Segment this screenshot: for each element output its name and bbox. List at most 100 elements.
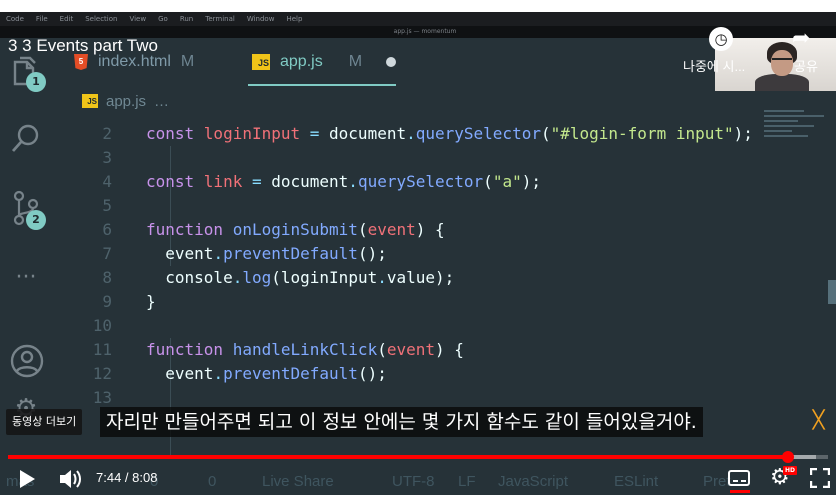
code-token: function [146, 220, 233, 239]
code-line[interactable]: 4 const link = document.querySelector("a"… [52, 170, 541, 194]
code-token: . [377, 268, 387, 287]
code-token: event [367, 220, 416, 239]
search-icon[interactable] [10, 122, 42, 154]
code-token: onLoginSubmit [232, 220, 358, 239]
modified-mark: M [348, 53, 363, 70]
code-token: . [213, 364, 224, 383]
mac-menu-bar: Code File Edit Selection View Go Run Terminal Wi… [0, 12, 836, 26]
mac-menu-item[interactable]: Selection [85, 12, 117, 26]
subtitles-active-indicator [730, 490, 750, 493]
line-number: 6 [102, 220, 112, 239]
minimap[interactable] [764, 110, 830, 150]
volume-icon[interactable] [58, 467, 84, 491]
progress-played [8, 455, 788, 459]
line-number: 11 [92, 340, 112, 359]
code-token: ) { [435, 340, 464, 359]
mac-menu-item[interactable]: File [36, 12, 48, 26]
breadcrumb: JS app.js … [82, 90, 169, 112]
code-token: } [146, 292, 156, 311]
unsaved-dot-icon[interactable] [386, 57, 397, 67]
js-icon: JS [252, 54, 270, 70]
code-token: ) { [415, 220, 445, 239]
code-line[interactable]: 3 [52, 146, 146, 170]
mac-menu-item[interactable]: Run [180, 12, 193, 26]
code-token: ( [377, 340, 387, 359]
line-number: 7 [102, 244, 112, 263]
more-videos-button[interactable]: 동영상 더보기 [6, 409, 83, 435]
line-number: 3 [102, 148, 112, 167]
code-line[interactable]: 7 event.preventDefault(); [52, 242, 387, 266]
code-token: document [329, 124, 407, 143]
subtitle-caption: 자리만 만들어주면 되고 이 정보 안에는 몇 가지 함수도 같이 들어있을거야… [100, 407, 703, 437]
code-token: value); [386, 268, 455, 287]
code-token: ( [483, 172, 493, 191]
video-title[interactable]: 3 3 Events part Two [8, 36, 158, 56]
tab-label: app.js [280, 53, 323, 70]
modified-mark: M [180, 53, 195, 70]
code-line[interactable]: 6 function onLoginSubmit(event) { [52, 218, 445, 242]
more-icon[interactable]: ··· [10, 262, 42, 294]
mac-menu-item[interactable]: Window [247, 12, 275, 26]
html5-icon: 5 [74, 54, 88, 70]
account-icon[interactable] [10, 344, 44, 378]
breadcrumb-more[interactable]: … [154, 93, 169, 110]
code-line[interactable]: 9} [52, 290, 156, 314]
line-number: 5 [102, 196, 112, 215]
hd-badge: HD [783, 466, 798, 475]
mac-menu-item[interactable]: Edit [60, 12, 74, 26]
code-token: querySelector [415, 124, 541, 143]
code-line[interactable]: 12 event.preventDefault(); [52, 362, 387, 386]
line-number: 12 [92, 364, 112, 383]
code-token: . [232, 268, 243, 287]
source-control-badge: 2 [26, 210, 46, 230]
code-token: . [213, 244, 224, 263]
code-token: (loginInput [271, 268, 378, 287]
share-label[interactable]: 공유 [794, 56, 818, 75]
tab-app-js[interactable]: JS app.js M [252, 38, 397, 86]
code-line[interactable]: 10 [52, 314, 146, 338]
watch-later-label[interactable]: 나중에 시... [683, 56, 745, 75]
fullscreen-icon[interactable] [809, 467, 831, 489]
code-token: = [242, 172, 272, 191]
code-token: event [146, 364, 214, 383]
mac-menu-item[interactable]: Go [158, 12, 168, 26]
code-token: "a" [492, 172, 522, 191]
editor-scrollbar-thumb[interactable] [828, 280, 836, 304]
code-token: handleLinkClick [232, 340, 378, 359]
code-token: querySelector [357, 172, 484, 191]
mac-menu-item[interactable]: Code [6, 12, 24, 26]
code-line[interactable]: 8 console.log(loginInput.value); [52, 266, 454, 290]
watch-later-clock-icon[interactable]: ◷ [709, 27, 733, 51]
code-token: "#login-form input" [550, 124, 734, 143]
code-token: . [348, 172, 358, 191]
time-display: 7:44 / 8:08 [96, 470, 158, 485]
share-arrow-icon[interactable]: ➦ [792, 26, 810, 51]
code-line[interactable]: 11 function handleLinkClick(event) { [52, 338, 464, 362]
code-token: (); [357, 244, 387, 263]
subtitles-icon[interactable] [728, 470, 750, 486]
player-controls: 7:44 / 8:08 ⚙ HD [0, 462, 836, 495]
editor-window-title: app.js — momentum [393, 28, 457, 35]
mac-menu-item[interactable]: Help [286, 12, 302, 26]
explorer-badge: 1 [26, 72, 46, 92]
code-token: function [146, 340, 233, 359]
code-token: = [300, 124, 330, 143]
mac-menu-item[interactable]: View [129, 12, 146, 26]
line-number: 2 [102, 124, 112, 143]
code-line[interactable]: 2 const loginInput = document.querySelect… [52, 122, 752, 146]
breadcrumb-file[interactable]: app.js [106, 93, 146, 110]
active-tab-indicator [248, 84, 396, 86]
mac-menu-item[interactable]: Terminal [205, 12, 235, 26]
line-number: 9 [102, 292, 112, 311]
line-number: 8 [102, 268, 112, 287]
screen-top-bar [0, 0, 836, 12]
code-token: . [406, 124, 416, 143]
code-line[interactable]: 5 [52, 194, 146, 218]
channel-watermark-icon[interactable]: ᚷ [812, 408, 825, 433]
code-token: log [242, 268, 272, 287]
play-button[interactable] [16, 468, 38, 490]
code-token: const [146, 124, 204, 143]
code-token: ); [733, 124, 752, 143]
video-progress-bar[interactable] [8, 451, 828, 463]
code-token: const [146, 172, 204, 191]
